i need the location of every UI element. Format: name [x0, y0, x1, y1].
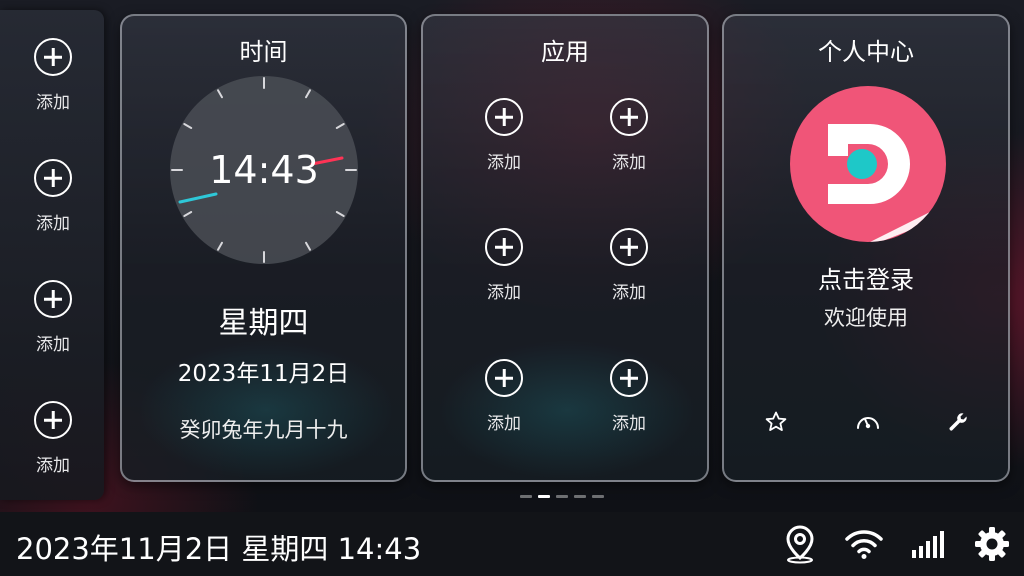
location-pin-icon [786, 525, 814, 564]
status-datetime: 2023年11月2日 星期四 14:43 [16, 532, 422, 566]
favorites-button[interactable] [758, 404, 794, 440]
signal-bars-icon [912, 531, 944, 558]
page-dot-active[interactable] [538, 495, 550, 498]
add-label: 添加 [487, 283, 521, 303]
add-label: 添加 [36, 456, 70, 476]
brand-d-logo-icon [828, 124, 946, 242]
add-circle-icon [610, 98, 648, 136]
add-circle-icon [610, 228, 648, 266]
dashboard-button[interactable] [850, 404, 886, 440]
left-dock: 添加 添加 添加 添加 [0, 10, 104, 500]
app-add-slot-1[interactable]: 添加 [464, 98, 544, 188]
add-circle-icon [34, 38, 72, 76]
page-dot[interactable] [556, 495, 568, 498]
time-card-title: 时间 [239, 38, 288, 66]
apps-card-title: 应用 [541, 38, 589, 66]
add-circle-icon [485, 98, 523, 136]
user-card-title: 个人中心 [818, 38, 914, 66]
settings-gear-icon [975, 527, 1009, 561]
add-label: 添加 [612, 414, 646, 434]
add-circle-icon [485, 359, 523, 397]
app-add-slot-5[interactable]: 添加 [464, 359, 544, 449]
dock-add-slot-3[interactable]: 添加 [13, 280, 93, 370]
add-label: 添加 [36, 93, 70, 113]
wifi-button[interactable] [844, 524, 884, 564]
page-dot[interactable] [574, 495, 586, 498]
add-circle-icon [485, 228, 523, 266]
add-circle-icon [610, 359, 648, 397]
wifi-icon [845, 530, 883, 559]
star-icon [765, 411, 787, 431]
analog-clock: 14:43 [168, 74, 360, 266]
tools-button[interactable] [940, 404, 976, 440]
add-label: 添加 [612, 153, 646, 173]
wrench-icon [949, 413, 967, 431]
apps-card: 应用 添加 添加 添加 添加 添加 添加 [421, 14, 709, 482]
clock-digital-time: 14:43 [209, 148, 319, 192]
app-add-slot-2[interactable]: 添加 [589, 98, 669, 188]
speedometer-icon [857, 417, 879, 429]
weekday-text: 星期四 [218, 306, 309, 341]
add-circle-icon [34, 159, 72, 197]
add-circle-icon [34, 280, 72, 318]
add-label: 添加 [487, 153, 521, 173]
lunar-date-text: 癸卯兔年九月十九 [179, 418, 348, 442]
location-button[interactable] [780, 524, 820, 564]
dock-add-slot-2[interactable]: 添加 [13, 159, 93, 249]
add-label: 添加 [487, 414, 521, 434]
dock-add-slot-1[interactable]: 添加 [13, 38, 93, 128]
add-label: 添加 [36, 214, 70, 234]
welcome-text: 欢迎使用 [824, 306, 908, 330]
page-dot[interactable] [592, 495, 604, 498]
time-card[interactable]: 时间 14:43 星期四 2023年11月2日 癸卯兔年九月十九 [120, 14, 407, 482]
add-label: 添加 [612, 283, 646, 303]
dock-add-slot-4[interactable]: 添加 [13, 401, 93, 491]
date-text: 2023年11月2日 [177, 361, 350, 387]
login-text[interactable]: 点击登录 [724, 260, 1008, 295]
avatar[interactable] [790, 86, 946, 242]
user-center-card: 个人中心 点击登录 欢迎使用 [722, 14, 1010, 482]
app-add-slot-4[interactable]: 添加 [589, 228, 669, 318]
settings-button[interactable] [972, 524, 1012, 564]
app-add-slot-3[interactable]: 添加 [464, 228, 544, 318]
signal-indicator [908, 524, 948, 564]
status-bar: 2023年11月2日 星期四 14:43 [0, 512, 1024, 576]
page-dot[interactable] [520, 495, 532, 498]
app-add-slot-6[interactable]: 添加 [589, 359, 669, 449]
add-label: 添加 [36, 335, 70, 355]
page-indicator [520, 495, 604, 498]
add-circle-icon [34, 401, 72, 439]
